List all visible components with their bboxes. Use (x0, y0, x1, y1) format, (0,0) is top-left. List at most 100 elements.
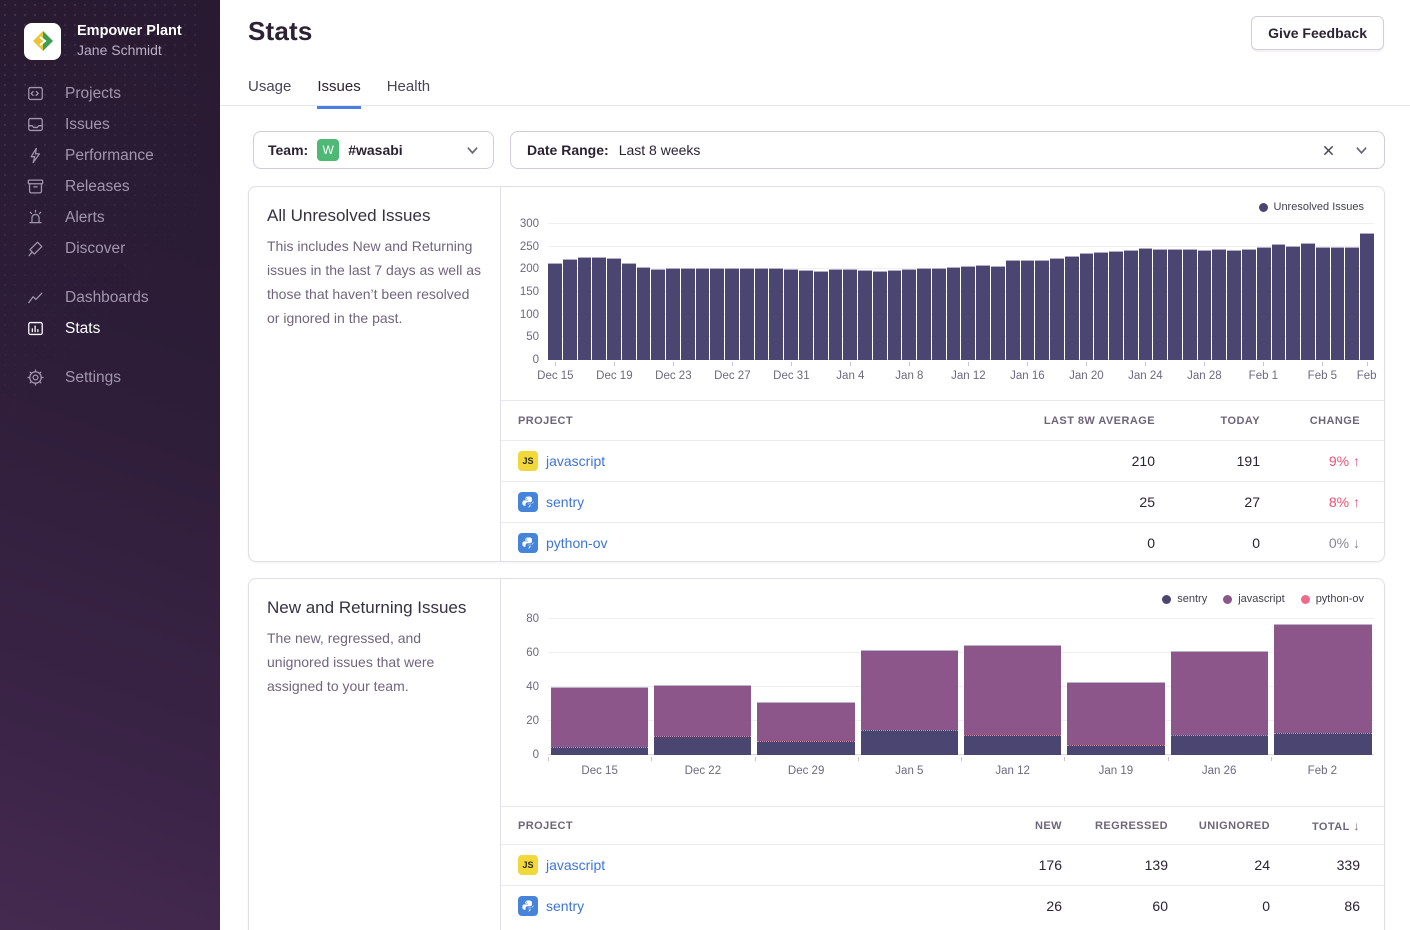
bar (947, 267, 961, 360)
sidebar-item-alerts[interactable]: Alerts (0, 202, 220, 233)
column-header-new: NEW (952, 820, 1062, 832)
bar (888, 270, 902, 360)
bar (769, 268, 783, 360)
project-link[interactable]: javascript (546, 857, 605, 873)
team-filter[interactable]: Team: W #wasabi (253, 131, 494, 169)
chart-plot-area: 020406080 (548, 619, 1374, 755)
org-switcher[interactable]: Empower Plant Jane Schmidt (24, 22, 182, 60)
x-axis-tick-label: Jan 5 (895, 765, 923, 777)
legend-item-unresolved-issues[interactable]: Unresolved Issues (1259, 201, 1365, 213)
sidebar-item-label: Issues (65, 116, 110, 134)
date-range-label: Date Range: (527, 142, 609, 158)
sidebar-item-dashboards[interactable]: Dashboards (0, 282, 220, 313)
sidebar-item-settings[interactable]: Settings (0, 362, 220, 393)
bar-segment-sentry (757, 741, 854, 755)
give-feedback-button[interactable]: Give Feedback (1251, 16, 1384, 50)
sidebar: Empower Plant Jane Schmidt Projects Issue… (0, 0, 220, 930)
javascript-platform-icon: JS (518, 451, 538, 471)
x-axis-tick-label: Jan 8 (895, 370, 923, 382)
legend-dot-icon (1259, 203, 1268, 212)
sidebar-item-performance[interactable]: Performance (0, 140, 220, 171)
legend-item-python-ov[interactable]: python-ov (1301, 593, 1364, 605)
project-cell: JS javascript (518, 451, 995, 471)
sidebar-item-label: Discover (65, 240, 125, 258)
column-header-last-8w-average: LAST 8W AVERAGE (995, 415, 1155, 427)
issues-icon (26, 115, 45, 134)
y-axis-tick-label: 100 (520, 309, 539, 321)
bar (1345, 247, 1359, 360)
x-axis-tick (1064, 757, 1065, 761)
project-link[interactable]: javascript (546, 453, 605, 469)
project-link[interactable]: sentry (546, 898, 584, 914)
sidebar-item-discover[interactable]: Discover (0, 233, 220, 264)
bar (1257, 247, 1271, 360)
bar (1035, 260, 1049, 360)
clear-date-range-icon[interactable] (1322, 144, 1335, 157)
table-header-row: PROJECTLAST 8W AVERAGETODAYCHANGE (501, 401, 1384, 440)
bar (1153, 249, 1167, 360)
x-axis-tick-label: Jan 28 (1187, 370, 1222, 382)
bar-segment-javascript (1171, 651, 1268, 734)
bar (1050, 258, 1064, 360)
bar (1021, 260, 1035, 360)
bar-segment-javascript (551, 687, 648, 747)
bar-segment-javascript (654, 685, 751, 736)
new-returning-issues-table: PROJECTNEWREGRESSEDUNIGNOREDTOTAL ↓JSjav… (501, 806, 1384, 926)
x-axis-tick (858, 757, 859, 761)
bar-segment-sentry (1171, 735, 1268, 755)
x-axis-tick (1322, 362, 1323, 366)
legend-dot-icon (1301, 595, 1310, 604)
legend-item-sentry[interactable]: sentry (1162, 593, 1207, 605)
stacked-bar (551, 687, 648, 755)
sidebar-nav: Projects Issues PerformanceReleasesAlerts D… (0, 78, 220, 411)
x-axis-tick-label: Dec 15 (581, 765, 617, 777)
bar (814, 271, 828, 360)
bar-series-unresolved-issues (548, 224, 1374, 360)
bar (548, 263, 562, 360)
sidebar-item-projects[interactable]: Projects (0, 78, 220, 109)
legend-label: sentry (1177, 593, 1207, 605)
bar (1124, 250, 1138, 360)
bar (1227, 250, 1241, 360)
sidebar-item-releases[interactable]: Releases (0, 171, 220, 202)
legend-item-javascript[interactable]: javascript (1223, 593, 1284, 605)
bar (1198, 250, 1212, 360)
team-filter-label: Team: (268, 142, 308, 158)
bar-segment-javascript (1274, 624, 1371, 733)
project-link[interactable]: sentry (546, 494, 584, 510)
column-header-total[interactable]: TOTAL ↓ (1270, 819, 1360, 833)
user-name: Jane Schmidt (77, 41, 182, 60)
x-axis-tick (1145, 362, 1146, 366)
change-cell: 9% ↑ (1260, 453, 1360, 469)
project-link[interactable]: python-ov (546, 535, 607, 551)
bar (696, 268, 710, 360)
column-header-regressed: REGRESSED (1062, 820, 1168, 832)
bar (563, 259, 577, 360)
x-axis-tick-label: Jan 12 (995, 765, 1030, 777)
date-range-filter[interactable]: Date Range: Last 8 weeks (510, 131, 1385, 169)
bar (843, 269, 857, 360)
tabs-divider (220, 105, 1410, 106)
x-axis-tick (968, 362, 969, 366)
unresolved-issues-chart: Unresolved Issues 050100150200250300 Dec… (501, 187, 1384, 400)
column-header-change: CHANGE (1260, 415, 1360, 427)
bar (1301, 243, 1315, 360)
stacked-bar (964, 645, 1061, 755)
legend-label: python-ov (1316, 593, 1364, 605)
x-axis-tick-label: Jan 26 (1202, 765, 1237, 777)
x-axis-tick (961, 757, 962, 761)
y-axis-tick-label: 80 (526, 613, 539, 625)
total-cell: 339 (1270, 857, 1360, 873)
bar (1242, 249, 1256, 360)
bar (1094, 252, 1108, 360)
regressed-cell: 60 (1062, 898, 1168, 914)
team-filter-value: #wasabi (348, 142, 402, 158)
sidebar-item-stats[interactable]: Stats (0, 313, 220, 344)
new-returning-panel-title: New and Returning Issues (267, 598, 482, 618)
legend-dot-icon (1162, 595, 1171, 604)
bar (902, 269, 916, 360)
column-header-today: TODAY (1155, 415, 1260, 427)
bar-segment-javascript (1067, 682, 1164, 745)
x-axis-tick-label: Feb 5 (1308, 370, 1337, 382)
sidebar-item-issues[interactable]: Issues (0, 109, 220, 140)
